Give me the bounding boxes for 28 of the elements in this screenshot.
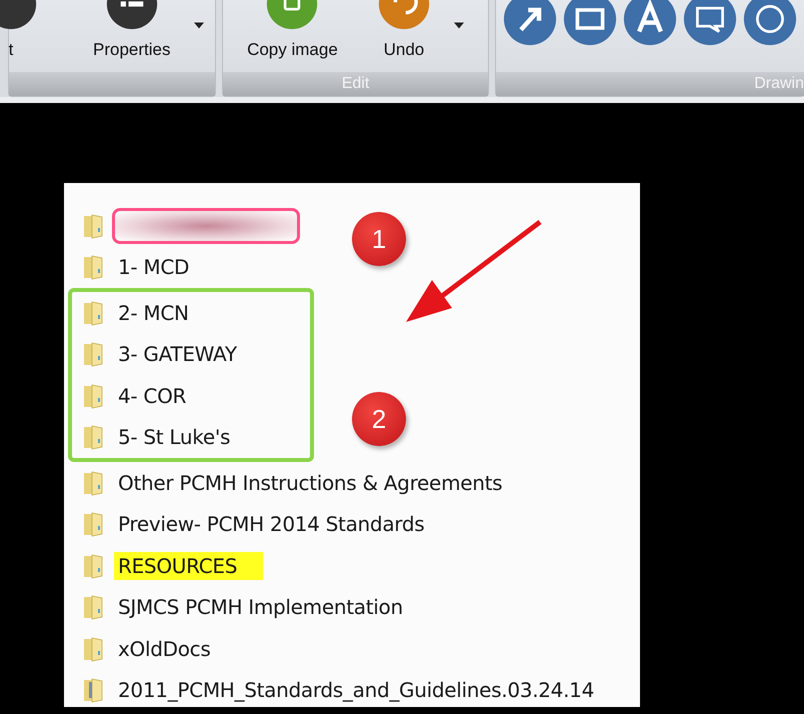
ribbon-button[interactable]: Copy image: [237, 0, 348, 60]
caret-icon: [194, 22, 204, 29]
file-name[interactable]: 3- GATEWAY: [114, 340, 241, 368]
file-name[interactable]: Other PCMH Instructions & Agreements: [114, 468, 506, 497]
file-name[interactable]: RESOURCES: [114, 552, 264, 580]
callout-icon: [683, 0, 737, 46]
file-name[interactable]: 2- MCN: [114, 298, 193, 327]
file-name[interactable]: xOldDocs: [114, 634, 214, 663]
ribbon-button[interactable]: [742, 0, 798, 46]
file-name[interactable]: 2011_PCMH_Standards_and_Guidelines.03.24.14: [114, 676, 598, 704]
group-label: Edit: [223, 72, 488, 96]
arrow-icon: [503, 0, 557, 46]
file-name[interactable]: 5- St Luke's: [114, 423, 234, 452]
ribbon-button[interactable]: [502, 0, 558, 46]
ribbon-button[interactable]: Undo: [368, 0, 474, 60]
ribbon-button[interactable]: Properties: [83, 0, 214, 60]
ribbon-button[interactable]: [562, 0, 618, 46]
ribbon-button[interactable]: [622, 0, 678, 46]
file-name[interactable]: 1- MCD: [114, 253, 194, 282]
file-name[interactable]: SJMCS PCMH Implementation: [114, 593, 407, 622]
ribbon-button[interactable]: [682, 0, 738, 46]
file-name[interactable]: 4- COR: [114, 382, 190, 410]
ring-icon: [743, 0, 797, 46]
caret-icon: [454, 22, 464, 29]
group-label: Drawin: [496, 72, 804, 96]
ribbon-button[interactable]: t: [0, 0, 37, 60]
letter-icon: [623, 0, 677, 46]
file-name[interactable]: Preview- PCMH 2014 Standards: [114, 510, 428, 538]
